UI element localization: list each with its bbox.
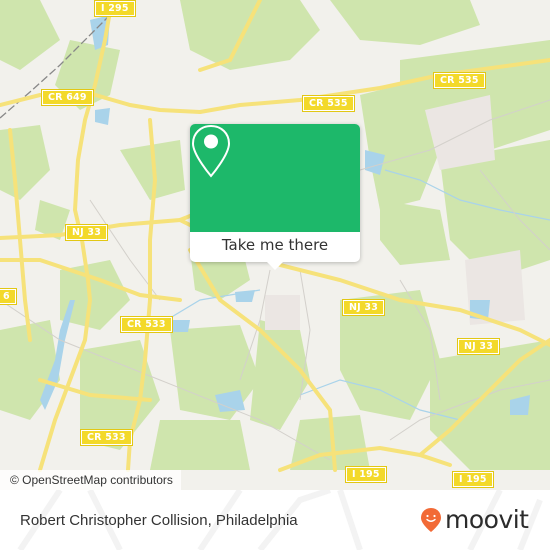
- popup-pointer: [267, 262, 283, 270]
- take-me-there-button[interactable]: Take me there: [190, 232, 360, 262]
- road-shield-i195-east: I 195: [453, 472, 493, 487]
- road-shield-partial: 6: [0, 289, 16, 304]
- location-pin-icon: [191, 124, 231, 178]
- location-popup[interactable]: Take me there: [190, 124, 360, 270]
- road-shield-nj33-mid: NJ 33: [343, 300, 385, 315]
- brand-name: moovit: [445, 505, 529, 534]
- road-shield-cr649: CR 649: [42, 90, 93, 105]
- road-shield-nj33-west: NJ 33: [66, 225, 108, 240]
- road-shield-cr533-north: CR 533: [121, 317, 172, 332]
- moovit-pin-icon: [421, 508, 441, 532]
- map-attribution[interactable]: © OpenStreetMap contributors: [0, 470, 181, 490]
- moovit-logo[interactable]: moovit: [420, 506, 529, 534]
- road-shield-i295: I 295: [95, 1, 135, 16]
- footer-bar: Robert Christopher Collision, Philadelph…: [0, 490, 550, 550]
- road-shield-i195-west: I 195: [346, 467, 386, 482]
- road-shield-cr535-east: CR 535: [434, 73, 485, 88]
- road-shield-cr535-west: CR 535: [303, 96, 354, 111]
- place-name: Robert Christopher Collision, Philadelph…: [20, 512, 298, 529]
- road-shield-nj33-east: NJ 33: [458, 339, 500, 354]
- road-shield-cr533-south: CR 533: [81, 430, 132, 445]
- popup-header[interactable]: [190, 124, 360, 232]
- map-view[interactable]: I 295 CR 649 CR 535 CR 535 NJ 33 NJ 33 N…: [0, 0, 550, 490]
